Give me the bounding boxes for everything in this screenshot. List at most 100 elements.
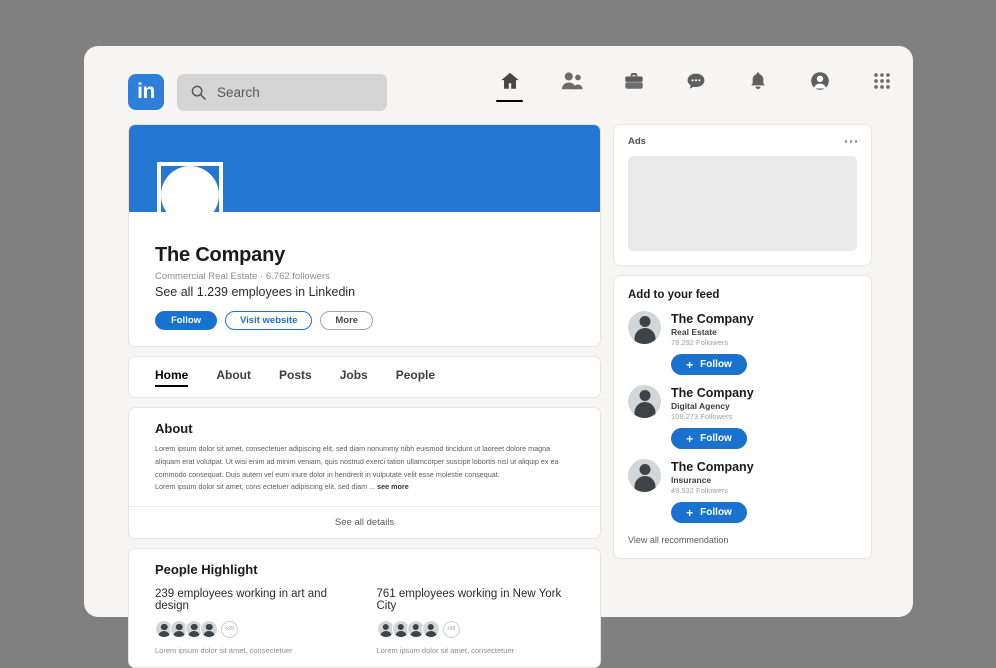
plus-icon: + — [686, 431, 694, 446]
about-body: Lorem ipsum dolor sit amet, consectetuer… — [155, 443, 574, 494]
avatar-stack: +99 — [376, 620, 575, 639]
about-paragraph-2: Lorem ipsum dolor sit amet, cons ectetue… — [155, 482, 378, 492]
people-highlight-card: People Highlight 239 employees working i… — [128, 548, 601, 668]
feed-follower-count: 108.273 Followers — [671, 412, 733, 421]
profile-avatar-icon — [808, 70, 832, 92]
company-profile-card: The Company Commercial Real Estate · 6.7… — [128, 124, 601, 347]
ad-image-placeholder[interactable] — [628, 156, 857, 251]
add-to-feed-title: Add to your feed — [628, 289, 720, 301]
feed-item-info: The Company Digital Agency 108.273 Follo… — [671, 385, 857, 449]
tab-about[interactable]: About — [216, 368, 251, 387]
avatar — [200, 620, 218, 639]
about-paragraph-1: Lorem ipsum dolor sit amet, consectetuer… — [155, 444, 559, 479]
visit-website-button[interactable]: Visit website — [225, 311, 313, 330]
profile-action-buttons: Follow Visit website More — [155, 311, 574, 330]
employees-link[interactable]: See all 1.239 employees in Linkedin — [155, 285, 574, 299]
follow-button[interactable]: Follow — [155, 311, 217, 330]
feed-follow-button[interactable]: + Follow — [671, 428, 747, 449]
feed-item-info: The Company Insurance 49.532 Followers +… — [671, 459, 857, 523]
company-profile-body: The Company Commercial Real Estate · 6.7… — [129, 212, 600, 346]
app-window: in Search The Company Commercial Real Es… — [84, 46, 913, 668]
avatar — [628, 311, 661, 344]
search-input[interactable]: Search — [177, 74, 387, 111]
people-highlight-columns: 239 employees working in art and design … — [155, 588, 574, 655]
search-icon — [191, 85, 206, 100]
company-logo-frame — [157, 162, 223, 228]
nav-notifications[interactable] — [744, 70, 771, 102]
feed-company-name[interactable]: The Company — [671, 386, 857, 400]
ads-card: Ads — [613, 124, 872, 266]
profile-tabs: Home About Posts Jobs People — [129, 357, 600, 397]
feed-follow-label: Follow — [700, 433, 732, 444]
feed-recommendation-item: The Company Digital Agency 108.273 Follo… — [614, 375, 871, 449]
about-card: About Lorem ipsum dolor sit amet, consec… — [128, 407, 601, 540]
top-navigation-bar: in Search — [84, 46, 913, 120]
sidebar: Ads Add to your feed The Company Real Es… — [613, 124, 872, 668]
grid-apps-icon — [870, 70, 894, 92]
ads-header: Ads — [614, 125, 871, 147]
people-highlight-title: People Highlight — [155, 562, 258, 578]
people-highlight-section: People Highlight 239 employees working i… — [129, 549, 600, 667]
avatar — [628, 459, 661, 492]
search-placeholder: Search — [217, 85, 260, 100]
ads-title: Ads — [628, 136, 646, 147]
feed-company-category: Real Estate — [671, 327, 717, 337]
highlight-caption: Lorem ipsum dolor sit amet, consectetuer — [376, 646, 515, 656]
more-button[interactable]: More — [320, 311, 374, 330]
tab-people[interactable]: People — [396, 368, 435, 387]
linkedin-logo[interactable]: in — [128, 74, 164, 110]
see-all-details-link[interactable]: See all details — [129, 506, 600, 538]
nav-me[interactable] — [806, 70, 833, 102]
avatar-overflow-count[interactable]: +99 — [442, 620, 460, 638]
feed-recommendation-item: The Company Real Estate 78.292 Followers… — [614, 301, 871, 375]
avatar-stack: +99 — [155, 620, 353, 639]
about-section: About Lorem ipsum dolor sit amet, consec… — [129, 408, 600, 506]
highlight-label: 239 employees working in art and design — [155, 588, 327, 613]
feed-company-category: Digital Agency — [671, 401, 730, 411]
nav-jobs[interactable] — [620, 70, 647, 102]
company-banner — [129, 125, 600, 228]
feed-follow-button[interactable]: + Follow — [671, 502, 747, 523]
highlight-label: 761 employees working in New York City — [376, 588, 562, 613]
avatar-overflow-count[interactable]: +99 — [221, 620, 238, 638]
nav-messaging[interactable] — [682, 70, 709, 102]
nav-active-indicator — [496, 100, 523, 102]
highlight-column-new-york-city: 761 employees working in New York City +… — [376, 588, 575, 656]
company-logo-avatar — [161, 166, 219, 224]
tab-jobs[interactable]: Jobs — [340, 368, 368, 387]
feed-follower-count: 49.532 Followers — [671, 486, 729, 495]
message-bubble-icon — [684, 70, 708, 92]
plus-icon: + — [686, 505, 694, 520]
plus-icon: + — [686, 357, 694, 372]
nav-network[interactable] — [558, 70, 585, 102]
ads-options-icon[interactable] — [844, 140, 857, 143]
feed-item-info: The Company Real Estate 78.292 Followers… — [671, 311, 857, 375]
profile-tabs-card: Home About Posts Jobs People — [128, 356, 601, 398]
home-icon — [498, 70, 522, 92]
nav-home[interactable] — [496, 70, 523, 102]
page-title: The Company — [155, 244, 286, 266]
add-to-feed-card: Add to your feed The Company Real Estate… — [613, 275, 872, 559]
view-all-recommendation-link[interactable]: View all recommendation — [614, 523, 871, 558]
highlight-column-art-design: 239 employees working in art and design … — [155, 588, 353, 655]
nav-apps[interactable] — [868, 70, 895, 102]
tab-posts[interactable]: Posts — [279, 368, 312, 387]
company-meta: Commercial Real Estate · 6.762 followers — [155, 271, 330, 282]
briefcase-icon — [622, 70, 646, 92]
feed-follow-button[interactable]: + Follow — [671, 354, 747, 375]
feed-company-name[interactable]: The Company — [671, 460, 857, 474]
avatar — [628, 385, 661, 418]
main-column: The Company Commercial Real Estate · 6.7… — [128, 124, 601, 668]
feed-company-name[interactable]: The Company — [671, 312, 857, 326]
page-content: The Company Commercial Real Estate · 6.7… — [128, 124, 872, 668]
tab-home[interactable]: Home — [155, 368, 189, 387]
feed-follow-label: Follow — [700, 507, 732, 518]
avatar — [421, 620, 440, 639]
about-title: About — [155, 421, 193, 436]
feed-company-category: Insurance — [671, 475, 712, 485]
people-icon — [559, 70, 585, 92]
nav-icon-group — [496, 70, 895, 102]
see-more-link[interactable]: see more — [377, 482, 409, 491]
feed-follower-count: 78.292 Followers — [671, 338, 729, 347]
highlight-caption: Lorem ipsum dolor sit amet, consectetuer — [155, 646, 293, 656]
